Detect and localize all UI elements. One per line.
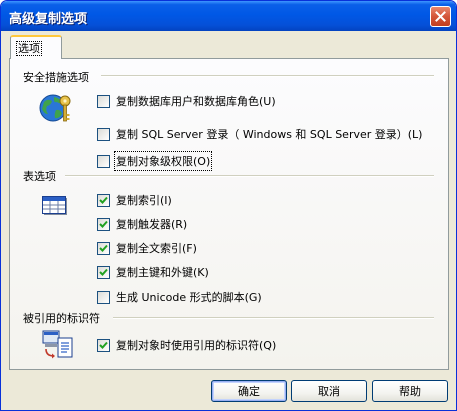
document-copy-icon	[42, 330, 73, 359]
copy-fulltext-indexes-label: 复制全文索引(F)	[116, 242, 197, 255]
help-button[interactable]: 帮助	[372, 380, 448, 402]
checkmark-icon	[99, 341, 108, 349]
use-quoted-identifiers-row[interactable]: 复制对象时使用引用的标识符(Q)	[97, 337, 276, 353]
copy-primary-foreign-keys-checkbox[interactable]	[97, 265, 110, 279]
copy-primary-foreign-keys-label: 复制主键和外键(K)	[116, 266, 209, 279]
close-button[interactable]	[430, 6, 451, 27]
globe-key-icon	[39, 94, 71, 122]
unicode-script-label: 生成 Unicode 形式的脚本(G)	[116, 291, 262, 304]
table-group-divider	[65, 175, 434, 177]
use-quoted-identifiers-label: 复制对象时使用引用的标识符(Q)	[116, 339, 277, 352]
copy-db-users-roles-checkbox[interactable]	[97, 94, 110, 108]
checkmark-icon	[99, 268, 108, 276]
unicode-script-row[interactable]: 生成 Unicode 形式的脚本(G)	[97, 289, 262, 305]
advanced-copy-options-dialog: 高级复制选项 选项 安全措施选项 复制数据库用户和数据库角色(U) 复制 SQL…	[0, 0, 457, 411]
table-group-heading: 表选项	[23, 170, 56, 183]
security-group-divider	[101, 75, 434, 77]
copy-object-permissions-label: 复制对象级权限(O)	[113, 151, 213, 171]
copy-object-permissions-row[interactable]: 复制对象级权限(O)	[97, 151, 213, 171]
copy-sql-logins-checkbox[interactable]	[97, 127, 110, 141]
cancel-button[interactable]: 取消	[291, 380, 367, 402]
copy-primary-foreign-keys-row[interactable]: 复制主键和外键(K)	[97, 264, 209, 280]
security-group-heading: 安全措施选项	[23, 71, 89, 84]
copy-triggers-checkbox[interactable]	[97, 217, 110, 231]
quoted-identifiers-group-divider	[113, 317, 434, 319]
copy-indexes-row[interactable]: 复制索引(I)	[97, 192, 172, 208]
tab-options[interactable]: 选项	[10, 35, 62, 59]
copy-indexes-label: 复制索引(I)	[116, 194, 172, 207]
copy-triggers-row[interactable]: 复制触发器(R)	[97, 216, 187, 232]
close-icon	[435, 11, 446, 22]
ok-button[interactable]: 确定	[211, 380, 287, 402]
copy-triggers-label: 复制触发器(R)	[116, 218, 188, 231]
copy-sql-logins-label: 复制 SQL Server 登录（ Windows 和 SQL Server 登…	[116, 128, 423, 141]
table-grid-icon	[42, 196, 67, 215]
checkmark-icon	[99, 196, 108, 204]
copy-db-users-roles-label: 复制数据库用户和数据库角色(U)	[116, 95, 276, 108]
copy-fulltext-indexes-checkbox[interactable]	[97, 241, 110, 255]
tab-options-label: 选项	[16, 41, 42, 56]
quoted-identifiers-group-heading: 被引用的标识符	[23, 312, 100, 325]
copy-object-permissions-checkbox[interactable]	[97, 154, 110, 168]
copy-fulltext-indexes-row[interactable]: 复制全文索引(F)	[97, 240, 197, 256]
window-title: 高级复制选项	[9, 12, 88, 27]
use-quoted-identifiers-checkbox[interactable]	[97, 338, 110, 352]
checkmark-icon	[99, 244, 108, 252]
title-bar[interactable]: 高级复制选项	[1, 1, 456, 31]
copy-indexes-checkbox[interactable]	[97, 193, 110, 207]
copy-db-users-roles-row[interactable]: 复制数据库用户和数据库角色(U)	[97, 93, 276, 109]
unicode-script-checkbox[interactable]	[97, 290, 110, 304]
copy-sql-logins-row[interactable]: 复制 SQL Server 登录（ Windows 和 SQL Server 登…	[97, 126, 422, 142]
checkmark-icon	[99, 220, 108, 228]
